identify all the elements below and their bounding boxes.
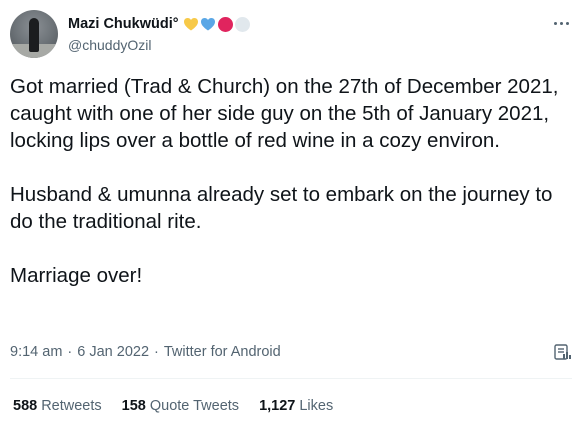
red-circle-icon	[217, 16, 233, 32]
avatar[interactable]	[10, 10, 58, 58]
author-handle[interactable]: @chuddyOzil	[68, 37, 250, 53]
more-icon[interactable]	[550, 16, 572, 30]
yellow-heart-icon	[183, 18, 198, 31]
tweet-date[interactable]: 6 Jan 2022	[77, 344, 149, 360]
retweets-stat[interactable]: 588 Retweets	[13, 398, 102, 414]
author-name-row: Mazi Chukwüdi°	[68, 14, 250, 34]
more-dot	[553, 21, 557, 25]
tweet-source[interactable]: Twitter for Android	[164, 344, 281, 360]
analytics-icon[interactable]	[552, 342, 572, 362]
more-dot	[559, 21, 563, 25]
likes-stat[interactable]: 1,127 Likes	[259, 398, 333, 414]
meta-separator: ·	[154, 344, 159, 360]
stat-value: 588	[13, 398, 38, 414]
tweet-meta: 9:14 am · 6 Jan 2022 · Twitter for Andro…	[10, 342, 572, 362]
tweet-time[interactable]: 9:14 am	[10, 344, 62, 360]
quote-tweets-stat[interactable]: 158 Quote Tweets	[122, 398, 239, 414]
stat-value: 1,127	[259, 398, 296, 414]
divider	[10, 378, 572, 379]
display-name[interactable]: Mazi Chukwüdi°	[68, 16, 179, 32]
tweet-stats: 588 Retweets 158 Quote Tweets 1,127 Like…	[13, 396, 353, 416]
tweet-header: Mazi Chukwüdi° @chuddyOzil	[10, 10, 572, 58]
more-dot	[565, 21, 569, 25]
stat-label: Likes	[299, 398, 334, 414]
name-emojis	[183, 16, 250, 32]
avatar-figure	[29, 18, 39, 52]
author-block: Mazi Chukwüdi° @chuddyOzil	[68, 14, 250, 53]
meta-separator: ·	[67, 344, 73, 360]
stat-value: 158	[121, 398, 146, 414]
blue-heart-icon	[200, 18, 215, 31]
stat-label: Quote Tweets	[149, 398, 240, 414]
white-circle-icon	[234, 16, 250, 32]
tweet-card: Mazi Chukwüdi° @chuddyOzil Got married (…	[0, 0, 582, 425]
stat-label: Retweets	[41, 398, 102, 414]
tweet-text: Got married (Trad & Church) on the 27th …	[10, 75, 559, 287]
